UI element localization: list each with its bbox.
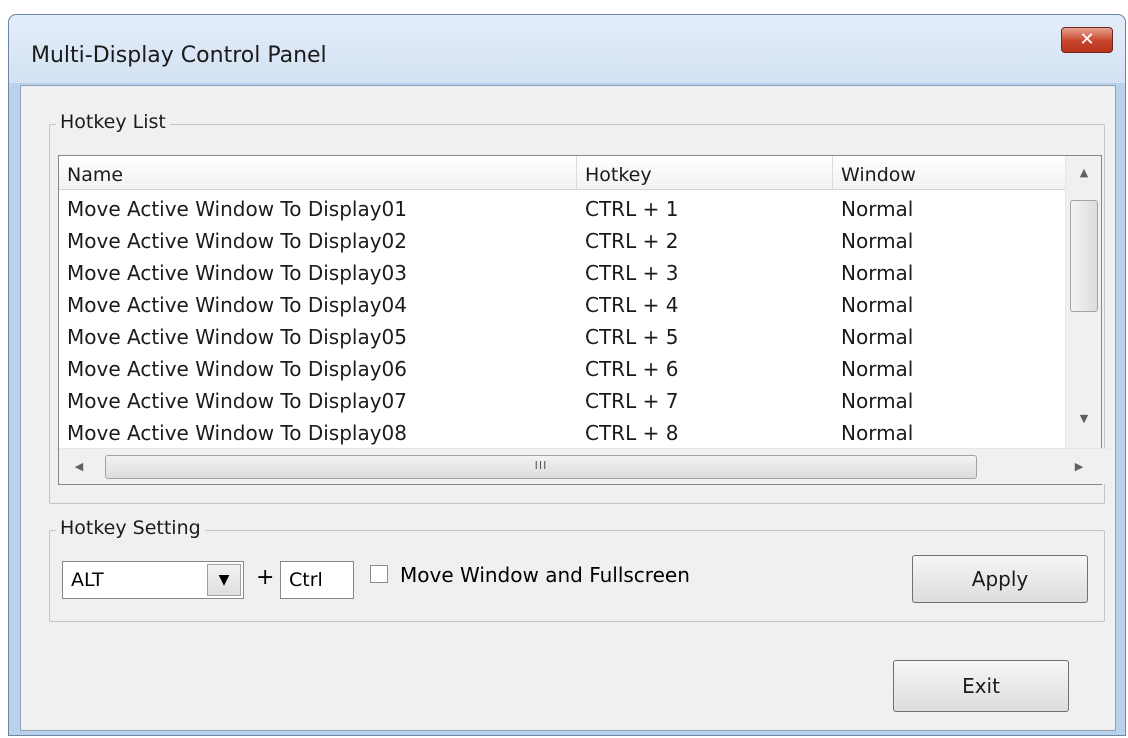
- scroll-right-arrow-icon[interactable]: ▶: [1059, 460, 1099, 473]
- row-hotkey: CTRL + 5: [585, 325, 679, 349]
- dialog-client-area: Hotkey List Name Hotkey Window Move Acti…: [20, 85, 1116, 731]
- fullscreen-checkbox[interactable]: [370, 565, 388, 583]
- row-hotkey: CTRL + 4: [585, 293, 679, 317]
- combobox-dropdown-button[interactable]: ▼: [207, 564, 241, 596]
- column-header-name[interactable]: Name: [59, 156, 577, 190]
- vertical-scroll-thumb[interactable]: [1070, 200, 1098, 312]
- hotkey-setting-label: Hotkey Setting: [56, 517, 205, 539]
- row-name: Move Active Window To Display05: [67, 325, 408, 349]
- hotkey-list-label: Hotkey List: [56, 111, 170, 133]
- column-header-window[interactable]: Window: [833, 156, 1063, 190]
- row-hotkey: CTRL + 7: [585, 389, 679, 413]
- row-hotkey: CTRL + 3: [585, 261, 679, 285]
- row-window: Normal: [841, 325, 914, 349]
- row-name: Move Active Window To Display03: [67, 261, 408, 285]
- row-name: Move Active Window To Display07: [67, 389, 408, 413]
- title-bar[interactable]: Multi-Display Control Panel ✕: [9, 15, 1125, 83]
- scroll-grip-icon: III: [534, 459, 548, 472]
- hotkey-listview[interactable]: Name Hotkey Window Move Active Window To…: [58, 155, 1109, 485]
- list-header: Name Hotkey Window: [59, 156, 1095, 190]
- row-window: Normal: [841, 197, 914, 221]
- row-hotkey: CTRL + 6: [585, 357, 679, 381]
- column-header-hotkey[interactable]: Hotkey: [577, 156, 833, 190]
- horizontal-scroll-thumb[interactable]: III: [105, 455, 977, 479]
- modifier-value: ALT: [71, 569, 104, 591]
- list-row[interactable]: Move Active Window To Display03 CTRL + 3…: [59, 256, 1044, 289]
- row-name: Move Active Window To Display02: [67, 229, 408, 253]
- row-hotkey: CTRL + 2: [585, 229, 679, 253]
- modifier-combobox[interactable]: ALT ▼: [62, 561, 244, 599]
- scroll-up-arrow-icon[interactable]: ▲: [1066, 166, 1102, 179]
- row-window: Normal: [841, 261, 914, 285]
- vertical-scrollbar[interactable]: ▲ ▼: [1065, 156, 1101, 448]
- exit-button[interactable]: Exit: [893, 660, 1069, 712]
- row-name: Move Active Window To Display01: [67, 197, 408, 221]
- row-window: Normal: [841, 293, 914, 317]
- dialog-window: Multi-Display Control Panel ✕ Hotkey Lis…: [8, 14, 1126, 736]
- list-row[interactable]: Move Active Window To Display08 CTRL + 8…: [59, 416, 1044, 445]
- list-row[interactable]: Move Active Window To Display04 CTRL + 4…: [59, 288, 1044, 321]
- scroll-down-arrow-icon[interactable]: ▼: [1066, 412, 1102, 425]
- close-icon: ✕: [1079, 29, 1095, 50]
- fullscreen-checkbox-label[interactable]: Move Window and Fullscreen: [400, 563, 690, 587]
- row-hotkey: CTRL + 8: [585, 421, 679, 445]
- row-window: Normal: [841, 389, 914, 413]
- list-row[interactable]: Move Active Window To Display07 CTRL + 7…: [59, 384, 1044, 417]
- row-window: Normal: [841, 357, 914, 381]
- horizontal-scrollbar[interactable]: ◀ III ▶: [59, 448, 1109, 484]
- row-name: Move Active Window To Display06: [67, 357, 408, 381]
- list-row[interactable]: Move Active Window To Display05 CTRL + 5…: [59, 320, 1044, 353]
- row-name: Move Active Window To Display04: [67, 293, 408, 317]
- close-button[interactable]: ✕: [1061, 27, 1113, 53]
- list-rows: Move Active Window To Display01 CTRL + 1…: [59, 190, 1044, 445]
- hotkey-setting-group: Hotkey Setting ALT ▼ + Ctrl Move Window …: [49, 517, 1105, 622]
- apply-button[interactable]: Apply: [912, 555, 1088, 603]
- row-hotkey: CTRL + 1: [585, 197, 679, 221]
- hotkey-list-group: Hotkey List Name Hotkey Window Move Acti…: [49, 111, 1109, 504]
- row-window: Normal: [841, 421, 914, 445]
- list-row[interactable]: Move Active Window To Display02 CTRL + 2…: [59, 224, 1044, 257]
- plus-sign: +: [256, 565, 275, 590]
- scroll-left-arrow-icon[interactable]: ◀: [59, 460, 99, 473]
- list-row[interactable]: Move Active Window To Display06 CTRL + 6…: [59, 352, 1044, 385]
- list-row[interactable]: Move Active Window To Display01 CTRL + 1…: [59, 192, 1044, 225]
- row-name: Move Active Window To Display08: [67, 421, 408, 445]
- row-window: Normal: [841, 229, 914, 253]
- key-textbox[interactable]: Ctrl: [280, 561, 354, 599]
- chevron-down-icon: ▼: [218, 572, 230, 588]
- window-title: Multi-Display Control Panel: [31, 43, 327, 68]
